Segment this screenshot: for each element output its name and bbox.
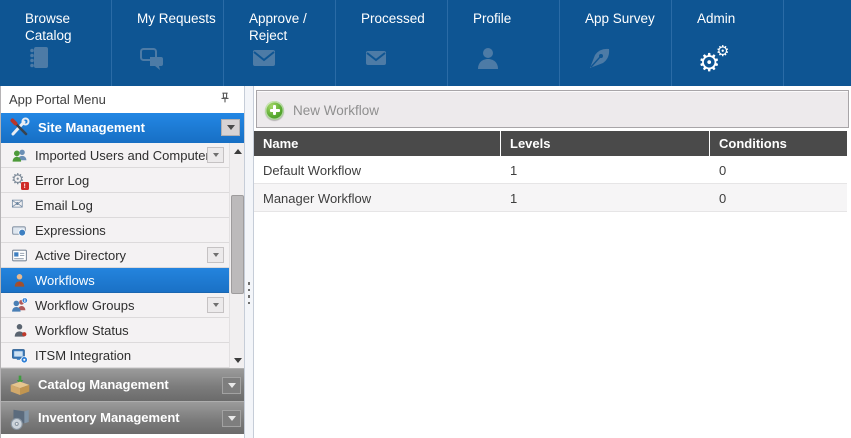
section-collapse-button[interactable] — [221, 119, 240, 136]
menu-item-label: Active Directory — [35, 248, 126, 263]
site-management-menu: Imported Users and Computers ⚙ Error Log… — [1, 143, 229, 368]
tab-label: My Requests — [137, 10, 217, 27]
tab-my-requests[interactable]: My Requests — [112, 0, 224, 86]
error-log-icon: ⚙ — [11, 172, 28, 189]
new-workflow-label: New Workflow — [293, 103, 379, 118]
tab-approve-reject[interactable]: Approve / Reject — [224, 0, 336, 86]
item-dropdown-button[interactable] — [207, 247, 224, 263]
mail-icon — [362, 44, 394, 78]
menu-item-error-log[interactable]: ⚙ Error Log — [1, 168, 229, 193]
section-expand-button[interactable] — [222, 377, 241, 394]
tab-label: Processed — [361, 10, 441, 27]
tab-label: App Survey — [585, 10, 665, 27]
section-label: Inventory Management — [38, 410, 180, 425]
tab-label: Approve / Reject — [249, 10, 329, 44]
expressions-icon — [11, 222, 28, 239]
workflows-person-icon — [11, 272, 28, 289]
menu-item-active-directory[interactable]: Active Directory — [1, 243, 229, 268]
tab-app-survey[interactable]: App Survey — [560, 0, 672, 86]
tab-processed[interactable]: Processed — [336, 0, 448, 86]
gears-icon: ⚙⚙ — [698, 44, 730, 78]
menu-item-label: Workflow Status — [35, 323, 129, 338]
tab-label: Profile — [473, 10, 553, 27]
cell-levels: 1 — [500, 156, 709, 183]
sidebar-header: App Portal Menu — [1, 86, 244, 113]
pin-icon[interactable] — [218, 91, 232, 107]
tab-label: Admin — [697, 10, 777, 27]
sidebar-splitter[interactable] — [244, 86, 254, 438]
envelope-icon: ✉ — [11, 197, 28, 214]
menu-item-email-log[interactable]: ✉ Email Log — [1, 193, 229, 218]
menu-item-label: Email Log — [35, 198, 93, 213]
menu-item-label: ITSM Integration — [35, 348, 131, 363]
chat-bubbles-icon — [138, 44, 170, 78]
menu-item-workflow-groups[interactable]: Workflow Groups — [1, 293, 229, 318]
section-site-management[interactable]: Site Management — [1, 113, 244, 143]
tab-admin[interactable]: Admin ⚙⚙ — [672, 0, 784, 86]
menu-item-label: Expressions — [35, 223, 106, 238]
menu-item-label: Imported Users and Computers — [35, 148, 216, 163]
menu-item-workflow-status[interactable]: Workflow Status — [1, 318, 229, 343]
table-row-default-workflow[interactable]: Default Workflow 1 0 — [254, 156, 847, 184]
sidebar-title: App Portal Menu — [9, 92, 106, 107]
plus-icon — [265, 101, 284, 120]
item-dropdown-button[interactable] — [207, 297, 224, 313]
menu-item-label: Workflows — [35, 273, 95, 288]
section-inventory-management[interactable]: Inventory Management — [1, 401, 245, 434]
item-dropdown-button[interactable] — [207, 147, 224, 163]
table-header: Name Levels Conditions — [254, 131, 847, 156]
table-body: Default Workflow 1 0 Manager Workflow 1 … — [254, 156, 847, 212]
tab-profile[interactable]: Profile — [448, 0, 560, 86]
inventory-software-icon — [8, 407, 32, 429]
error-badge-icon — [21, 182, 29, 190]
catalog-book-icon — [26, 44, 58, 78]
menu-item-imported-users-and-computers[interactable]: Imported Users and Computers — [1, 143, 229, 168]
cell-conditions: 0 — [709, 156, 847, 183]
users-computers-icon — [11, 147, 28, 164]
top-nav: Browse Catalog My Requests Approve / Rej… — [0, 0, 851, 86]
menu-item-label: Workflow Groups — [35, 298, 134, 313]
menu-item-label: Error Log — [35, 173, 89, 188]
tab-browse-catalog[interactable]: Browse Catalog — [0, 0, 112, 86]
section-catalog-management[interactable]: Catalog Management — [1, 368, 245, 401]
menu-item-itsm-integration[interactable]: ITSM Integration — [1, 343, 229, 368]
workflow-groups-icon — [11, 297, 28, 314]
itsm-monitor-icon — [11, 347, 28, 364]
new-workflow-button[interactable]: New Workflow — [265, 98, 379, 122]
section-label: Catalog Management — [38, 377, 169, 392]
catalog-box-icon — [8, 374, 32, 396]
table-row-manager-workflow[interactable]: Manager Workflow 1 0 — [254, 184, 847, 212]
directory-card-icon — [11, 247, 28, 264]
column-header-name[interactable]: Name — [254, 131, 500, 156]
scrollbar-thumb[interactable] — [231, 195, 244, 294]
column-header-conditions[interactable]: Conditions — [709, 131, 847, 156]
app-portal-window: Browse Catalog My Requests Approve / Rej… — [0, 0, 851, 438]
section-label: Site Management — [38, 120, 145, 135]
tools-icon — [8, 117, 32, 139]
main-content: New Workflow Name Levels Conditions Defa… — [254, 86, 851, 438]
person-icon — [474, 44, 506, 78]
tab-label: Browse Catalog — [25, 10, 105, 44]
workflow-toolbar: New Workflow — [256, 90, 849, 128]
menu-item-expressions[interactable]: Expressions — [1, 218, 229, 243]
cell-name: Manager Workflow — [254, 184, 500, 211]
mail-approve-icon — [250, 44, 282, 78]
menu-item-workflows[interactable]: Workflows — [1, 268, 229, 293]
cell-levels: 1 — [500, 184, 709, 211]
column-header-levels[interactable]: Levels — [500, 131, 709, 156]
cell-name: Default Workflow — [254, 156, 500, 183]
sidebar-scrollbar[interactable] — [229, 143, 245, 368]
pen-icon — [586, 44, 618, 78]
cell-conditions: 0 — [709, 184, 847, 211]
sidebar: App Portal Menu Site Management Imported… — [0, 86, 244, 438]
workflow-status-icon — [11, 322, 28, 339]
splitter-grip-icon — [248, 282, 251, 304]
section-expand-button[interactable] — [222, 410, 241, 427]
